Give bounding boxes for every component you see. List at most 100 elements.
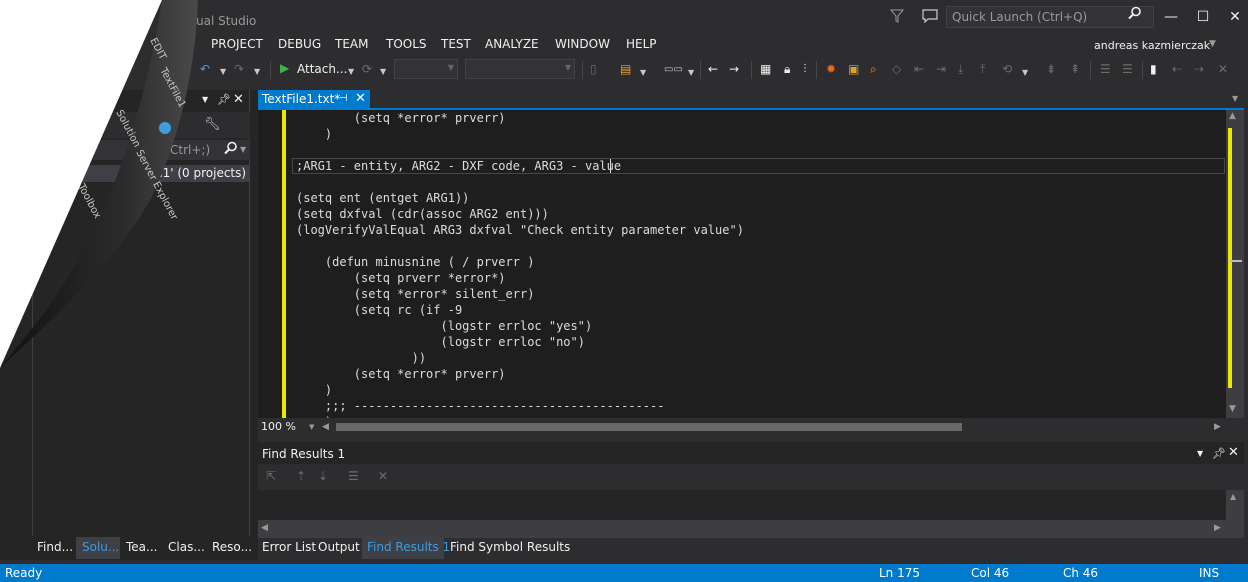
tab-class[interactable]: Clas... [168, 540, 205, 554]
next-result-icon[interactable]: ⇣ [318, 469, 328, 483]
code-line[interactable]: (setq dxfval (cdr(assoc ARG2 ent))) [296, 206, 744, 222]
tab-find-symbol-results[interactable]: Find Symbol Results [450, 540, 570, 554]
pin-icon[interactable]: 📌︎ [217, 93, 231, 106]
find-in-files-icon[interactable]: ▤ [620, 62, 631, 76]
close-icon[interactable]: ✕ [1228, 445, 1239, 460]
breakpoint-bug-icon[interactable]: ✹ [826, 62, 836, 76]
code-line[interactable] [296, 238, 744, 254]
undo-dropdown-chevron-icon[interactable]: ▼ [220, 65, 226, 79]
pair-dropdown-chevron-icon[interactable]: ▼ [688, 66, 694, 80]
notification-filter-icon[interactable] [889, 9, 905, 23]
document-tab-label[interactable]: TextFile1.txt* [262, 92, 340, 106]
play-icon[interactable]: ▶ [280, 61, 289, 75]
comment-icon[interactable]: ☰ [1100, 62, 1111, 76]
outdent-icon[interactable]: ⇟ [1046, 62, 1056, 76]
menu-item-project[interactable]: PROJECT [211, 37, 263, 51]
code-line[interactable]: )) [296, 350, 744, 366]
code-line[interactable]: (setq rc (if -9 [296, 302, 744, 318]
go-to-location-icon[interactable]: ⇱ [266, 469, 276, 483]
attach-button[interactable]: Attach... [297, 62, 347, 76]
pin-icon[interactable]: 📌︎ [1212, 447, 1226, 460]
code-line[interactable]: ;ARG1 - entity, ARG2 - DXF code, ARG3 - … [296, 158, 744, 174]
quick-launch-box[interactable] [946, 6, 1154, 28]
toolbar-action-icon[interactable]: ◇ [892, 62, 901, 76]
toolbar-action-icon[interactable]: ⇥ [936, 62, 946, 76]
tab-find[interactable]: Find... [37, 540, 73, 554]
toolbar-dropdown-chevron-icon[interactable]: ▼ [1022, 66, 1028, 80]
code-line[interactable] [296, 142, 744, 158]
code-line[interactable]: ) [296, 126, 744, 142]
scroll-left-icon[interactable]: ◀ [261, 523, 268, 533]
redo-icon[interactable]: ↷ [234, 62, 244, 76]
scroll-down-icon[interactable]: ▼ [1229, 404, 1236, 414]
toolbar-action-icon[interactable]: ⤓ [958, 62, 963, 76]
stop-find-icon[interactable]: ✕ [378, 469, 388, 483]
minimize-button[interactable]: — [1158, 6, 1184, 28]
clear-all-icon[interactable]: ☰ [348, 469, 359, 483]
quick-launch-input[interactable] [947, 7, 1127, 27]
tab-resource[interactable]: Reso... [212, 540, 252, 554]
undo-icon[interactable]: ↶ [200, 62, 210, 76]
find-dropdown-chevron-icon[interactable]: ▼ [640, 66, 646, 80]
navigate-back-icon[interactable]: ← [708, 62, 718, 76]
bookmark-icon[interactable]: ▮ [1150, 62, 1157, 76]
scrollbar-thumb[interactable] [1230, 260, 1242, 262]
menu-item-test[interactable]: TEST [441, 37, 471, 51]
tab-team[interactable]: Tea... [126, 540, 157, 554]
solution-platform-combo[interactable]: ▼ [465, 59, 575, 79]
close-icon[interactable]: ✕ [355, 91, 366, 106]
chevron-down-icon[interactable]: ▼ [240, 145, 246, 154]
indent-icon[interactable]: ⇞ [1070, 62, 1080, 76]
pin-icon[interactable]: ⊣ [339, 93, 348, 104]
menu-item-debug[interactable]: DEBUG [278, 37, 321, 51]
code-line[interactable]: (setq *error* prverr) [296, 366, 744, 382]
scroll-right-icon[interactable]: ▶ [1214, 422, 1221, 432]
tab-output[interactable]: Output [318, 540, 360, 554]
zoom-level[interactable]: 100 % [261, 420, 296, 433]
chevron-down-icon[interactable]: ▼ [1209, 39, 1216, 49]
refresh-dropdown-chevron-icon[interactable]: ▼ [380, 65, 386, 79]
feedback-icon[interactable] [922, 9, 938, 24]
code-line[interactable]: (logVerifyValEqual ARG3 dxfval "Check en… [296, 222, 744, 238]
menu-item-help[interactable]: HELP [626, 37, 657, 51]
toolbar-overflow-icon[interactable]: ⋮ [800, 62, 810, 76]
menu-item-tools[interactable]: TOOLS [386, 37, 427, 51]
find-horizontal-scrollbar[interactable] [258, 520, 1226, 538]
maximize-button[interactable]: ☐ [1190, 6, 1216, 28]
code-line[interactable]: (setq *error* prverr) [296, 110, 744, 126]
code-line[interactable]: (logstr errloc "no") [296, 334, 744, 350]
chevron-down-icon[interactable]: ▼ [202, 95, 208, 104]
code-line[interactable]: (setq *error* silent_err) [296, 286, 744, 302]
menu-item-window[interactable]: WINDOW [555, 37, 610, 51]
tab-solution[interactable]: Solu... [82, 540, 119, 554]
code-line[interactable]: (defun minusnine ( / prverr ) [296, 254, 744, 270]
close-icon[interactable]: ✕ [233, 92, 244, 107]
redo-dropdown-chevron-icon[interactable]: ▼ [254, 65, 260, 79]
uncomment-icon[interactable]: ☰ [1122, 62, 1133, 76]
wrench-icon[interactable]: 🔧︎ [204, 117, 221, 132]
previous-result-icon[interactable]: ⇡ [296, 469, 306, 483]
scroll-up-icon[interactable]: ▲ [1229, 111, 1236, 121]
menu-item-team[interactable]: TEAM [335, 37, 368, 51]
chevron-down-icon[interactable]: ▼ [1197, 449, 1203, 458]
chevron-down-icon[interactable]: ▼ [1232, 94, 1238, 103]
open-folder-icon[interactable]: ▣ [848, 62, 859, 76]
code-line[interactable]: (setq prverr *error*) [296, 270, 744, 286]
chevron-down-icon[interactable]: ▼ [309, 423, 314, 431]
toolbar-action-icon[interactable]: ⤒ [980, 62, 985, 76]
code-lines[interactable]: (setq *error* prverr) ) ;ARG1 - entity, … [296, 110, 744, 430]
scroll-right-icon[interactable]: ▶ [1214, 523, 1221, 533]
scrollbar-thumb[interactable] [336, 423, 962, 431]
user-account-name[interactable]: andreas kazmierczak [1094, 39, 1210, 52]
code-line[interactable]: ;;; ------------------------------------… [296, 398, 744, 414]
next-bookmark-icon[interactable]: ⇢ [1194, 62, 1204, 76]
tab-find-results-1[interactable]: Find Results 1 [367, 540, 450, 554]
scroll-left-icon[interactable]: ◀ [322, 422, 329, 432]
lock-icon[interactable]: 🔒︎ [784, 62, 790, 76]
find-symbol-icon[interactable]: ⌕ [870, 62, 877, 76]
attach-dropdown-chevron-icon[interactable]: ▼ [348, 65, 354, 79]
prev-bookmark-icon[interactable]: ⇠ [1172, 62, 1182, 76]
code-line[interactable] [296, 174, 744, 190]
pair-icon[interactable]: ▭▭ [664, 63, 683, 77]
navigate-forward-icon[interactable]: → [729, 62, 739, 76]
